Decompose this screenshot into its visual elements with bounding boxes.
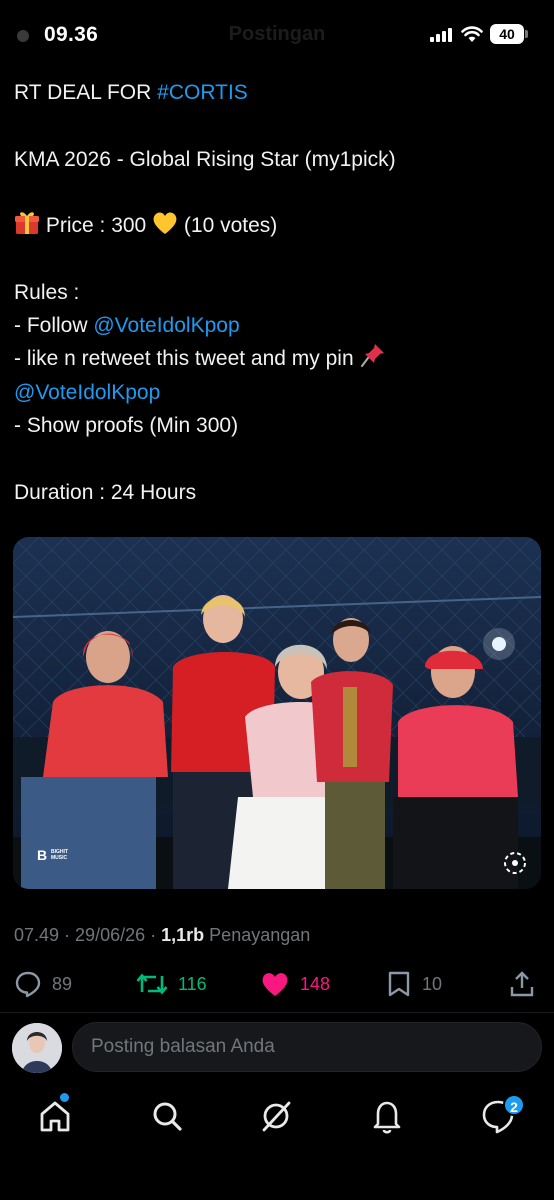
avatar[interactable]: [12, 1023, 62, 1073]
tweet-date: 29/06/26: [75, 925, 146, 945]
rule-retweet: - like n retweet this tweet and my pin: [14, 342, 540, 375]
rule-proofs: - Show proofs (Min 300): [14, 413, 239, 437]
like-button[interactable]: 148: [260, 962, 330, 1006]
price-votes: (10 votes): [183, 214, 278, 238]
status-bar: 09.36 Postingan 40: [0, 0, 554, 70]
home-icon[interactable]: [37, 1096, 73, 1136]
rule-follow: - Follow @VoteIdolKpop: [14, 309, 540, 342]
views-label: Penayangan: [209, 925, 311, 945]
reply-count: 89: [52, 973, 73, 994]
home-notification-dot: [60, 1093, 69, 1102]
duration-text: Duration : 24 Hours: [14, 480, 197, 504]
heart-icon: [262, 973, 288, 996]
mention-link-2[interactable]: @VoteIdolKpop: [14, 381, 160, 404]
notifications-icon[interactable]: [369, 1096, 405, 1136]
meta-separator: ·: [59, 925, 76, 945]
price-text: Price : 300: [45, 214, 147, 238]
bookmark-count: 10: [422, 973, 443, 994]
battery-icon: 40: [490, 24, 524, 44]
group-photo-image: [13, 537, 541, 889]
mention-link[interactable]: @VoteIdolKpop: [93, 314, 239, 337]
share-icon: [510, 971, 534, 997]
battery-cap: [525, 30, 528, 38]
yellow-heart-icon: [153, 212, 177, 235]
reply-button[interactable]: 89: [14, 962, 72, 1006]
tweet-photo[interactable]: B BIGHIT MUSIC: [13, 537, 541, 889]
repost-button[interactable]: 116: [136, 962, 207, 1006]
rules-heading: Rules :: [14, 280, 80, 304]
repost-icon: [136, 973, 168, 995]
meta-separator: ·: [145, 925, 162, 945]
search-icon[interactable]: [149, 1096, 185, 1136]
reply-icon: [15, 971, 41, 998]
gift-icon: [15, 212, 39, 235]
bookmark-icon: [388, 971, 410, 997]
hashtag-link[interactable]: #CORTIS: [157, 81, 248, 104]
bookmark-button[interactable]: 10: [386, 962, 442, 1006]
rule-retweet-text: - like n retweet this tweet and my pin: [14, 347, 354, 371]
reply-input[interactable]: Posting balasan Anda: [72, 1022, 542, 1072]
share-button[interactable]: [508, 962, 536, 1006]
rule-follow-text: - Follow: [14, 314, 94, 338]
label-logo-mark: B: [37, 847, 48, 863]
rule-retweet-mention-line: @VoteIdolKpop: [14, 376, 540, 409]
avatar-image: [12, 1023, 62, 1073]
watermark-icon: [504, 852, 526, 874]
views-count: 1,1rb: [161, 925, 205, 945]
tweet-time: 07.49: [14, 925, 60, 945]
wifi-icon: [461, 26, 483, 42]
tweet-text: RT DEAL FOR #CORTIS KMA 2026 - Global Ri…: [14, 76, 540, 509]
tweet-line-price: Price : 300 (10 votes): [14, 209, 540, 242]
tweet-line-event: KMA 2026 - Global Rising Star (my1pick): [14, 147, 396, 171]
tweet-actions: 89 116 148 10: [0, 962, 554, 1006]
tweet-title-text: RT DEAL FOR: [14, 81, 158, 104]
tweet-line-title: RT DEAL FOR #CORTIS: [14, 76, 540, 109]
like-count: 148: [300, 973, 331, 994]
label-logo: B BIGHIT MUSIC: [37, 847, 68, 863]
messages-badge: 2: [503, 1094, 525, 1116]
divider: [0, 1012, 554, 1013]
pushpin-icon: [360, 344, 384, 368]
bottom-nav: [0, 1088, 554, 1148]
grok-icon[interactable]: [258, 1096, 294, 1136]
cellular-signal-icon: [430, 28, 452, 42]
label-logo-text: BIGHIT MUSIC: [51, 849, 68, 861]
repost-count: 116: [178, 973, 207, 994]
tweet-meta: 07.49 · 29/06/26 · 1,1rb Penayangan: [14, 925, 310, 946]
